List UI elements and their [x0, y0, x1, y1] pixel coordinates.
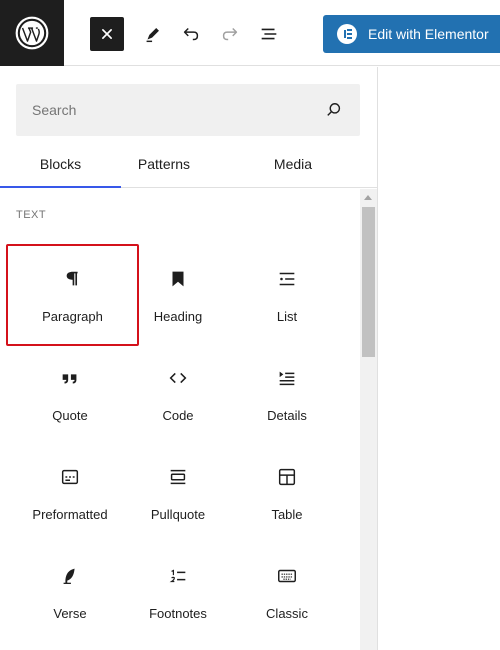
block-label: Paragraph: [42, 309, 103, 324]
details-icon: [275, 367, 299, 389]
heading-icon: [166, 268, 190, 290]
block-label: Quote: [52, 408, 88, 423]
tools-button[interactable]: [136, 17, 170, 51]
block-list: TEXT Paragraph Heading List Quote Code D…: [0, 189, 360, 650]
close-icon: [102, 29, 112, 39]
scroll-thumb[interactable]: [362, 207, 375, 357]
preformatted-icon: [58, 466, 82, 488]
wordpress-logo[interactable]: [0, 0, 64, 66]
redo-icon: [222, 27, 238, 41]
block-inserter-panel: Blocks Patterns Media TEXT Paragraph Hea…: [0, 67, 378, 650]
search-icon[interactable]: [324, 100, 344, 120]
tab-blocks[interactable]: Blocks: [0, 151, 121, 188]
inserter-tabs: Blocks Patterns Media: [0, 151, 377, 188]
block-label: Preformatted: [32, 507, 108, 522]
edit-with-elementor-button[interactable]: Edit with Elementor: [323, 15, 500, 53]
block-footnotes[interactable]: Footnotes: [128, 543, 228, 641]
tab-media[interactable]: Media: [236, 151, 350, 188]
quote-icon: [58, 367, 82, 389]
block-paragraph[interactable]: Paragraph: [6, 244, 139, 346]
block-label: Verse: [53, 606, 87, 621]
paragraph-icon: [61, 268, 85, 290]
wordpress-icon: [15, 16, 49, 50]
code-icon: [166, 367, 190, 389]
block-label: Pullquote: [150, 507, 206, 522]
block-label: Table: [271, 507, 303, 522]
document-overview-button[interactable]: [252, 17, 286, 51]
editor-toolbar: Edit with Elementor: [0, 0, 500, 66]
block-table[interactable]: Table: [237, 444, 337, 542]
block-label: Footnotes: [149, 606, 207, 621]
block-verse[interactable]: Verse: [20, 543, 120, 641]
table-icon: [275, 466, 299, 488]
pencil-icon: [146, 28, 159, 43]
block-details[interactable]: Details: [237, 345, 337, 443]
block-list-scrollbar[interactable]: [360, 189, 377, 650]
tab-patterns[interactable]: Patterns: [106, 151, 222, 188]
block-pullquote[interactable]: Pullquote: [128, 444, 228, 542]
scroll-up-arrow-icon[interactable]: [364, 195, 372, 200]
undo-button[interactable]: [174, 17, 208, 51]
elementor-icon: [337, 24, 357, 44]
block-code[interactable]: Code: [128, 345, 228, 443]
category-title: TEXT: [16, 209, 47, 221]
block-list-item[interactable]: List: [237, 246, 337, 344]
list-icon: [275, 268, 299, 290]
redo-button[interactable]: [213, 17, 247, 51]
list-view-icon: [261, 28, 277, 40]
verse-icon: [58, 565, 82, 587]
block-label: Classic: [266, 606, 308, 621]
block-label: Details: [267, 408, 307, 423]
block-label: List: [276, 309, 298, 324]
undo-icon: [183, 27, 199, 41]
pullquote-icon: [166, 466, 190, 488]
block-search: [16, 84, 360, 136]
elementor-button-label: Edit with Elementor: [368, 26, 489, 42]
block-classic[interactable]: Classic: [237, 543, 337, 641]
block-preformatted[interactable]: Preformatted: [20, 444, 120, 542]
search-input[interactable]: [32, 102, 324, 118]
footnotes-icon: [166, 565, 190, 587]
block-heading[interactable]: Heading: [128, 246, 228, 344]
editor-canvas[interactable]: [379, 67, 500, 650]
block-label: Code: [162, 408, 194, 423]
block-label: Heading: [153, 309, 203, 324]
close-inserter-button[interactable]: [90, 17, 124, 51]
classic-icon: [275, 565, 299, 587]
block-quote[interactable]: Quote: [20, 345, 120, 443]
